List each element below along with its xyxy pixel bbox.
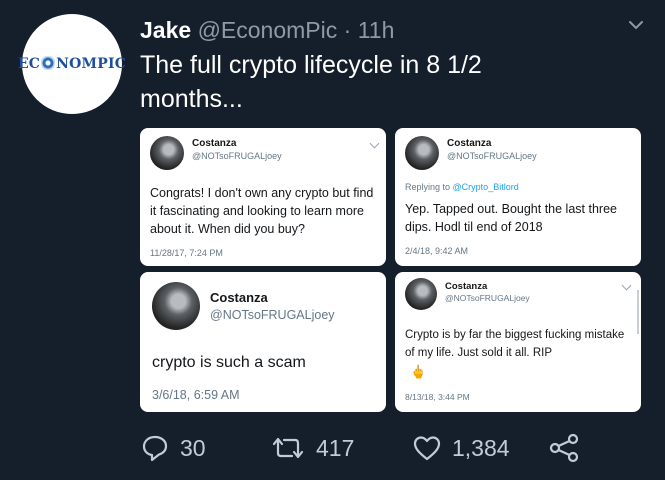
scrollbar [637,290,639,334]
embedded-tweet-image[interactable]: Costanza @NOTsoFRUGALjoey Crypto is by f… [395,272,641,412]
globe-icon [41,56,56,70]
share-icon [549,433,579,463]
tweet-body: Congrats! I don't own any crypto but fin… [150,186,374,236]
like-button[interactable]: 1,384 [412,430,510,466]
separator: · [343,17,352,43]
user-handle: @NOTsoFRUGALjoey [192,151,282,161]
user-handle: @NOTsoFRUGALjoey [210,308,335,322]
profile-picture [150,136,184,170]
user-handle: @NOTsoFRUGALjoey [445,293,530,303]
tweet-header: Jake @EconomPic · 11h [140,16,394,44]
user-name: Costanza [447,138,492,149]
tweet-text: The full crypto lifecycle in 8 1/2 month… [140,51,482,113]
chevron-down-icon [621,280,632,291]
retweet-button[interactable]: 417 [270,430,354,466]
profile-picture [152,282,200,330]
tweet-body: crypto is such a scam [152,354,306,371]
like-count: 1,384 [452,434,510,461]
replying-to-label: Replying to @Crypto_Bitlord [405,182,519,192]
chevron-down-icon[interactable] [629,18,643,32]
embedded-tweet-image[interactable]: Costanza @NOTsoFRUGALjoey crypto is such… [140,272,386,412]
reply-count: 30 [180,434,206,461]
reply-to-handle: @Crypto_Bitlord [452,182,519,192]
user-name: Costanza [210,290,268,305]
profile-picture [405,278,437,310]
reply-icon [142,435,168,462]
retweet-icon [272,437,304,459]
tweet-body: Yep. Tapped out. Bought the last three d… [405,202,617,234]
author-handle[interactable]: @EconomPic [198,17,338,43]
reply-prefix: Replying to [405,182,451,192]
reply-button[interactable]: 30 [140,430,206,466]
user-name: Costanza [192,138,237,149]
middle-finger-emoji: 🖕 [410,364,427,379]
retweet-count: 417 [316,434,355,461]
tweet-time[interactable]: 11h [358,17,395,43]
chevron-down-icon [369,138,380,149]
tweet-timestamp: 8/13/18, 3:44 PM [405,392,470,402]
embedded-tweet-image[interactable]: Costanza @NOTsoFRUGALjoey Congrats! I do… [140,128,386,266]
tweet-body: Crypto is by far the biggest fucking mis… [405,329,625,359]
profile-picture [405,136,439,170]
like-icon [413,436,441,461]
avatar-logo: EC NOMPIC [17,56,127,72]
tweet-timestamp: 3/6/18, 6:59 AM [152,388,240,402]
share-button[interactable] [548,430,580,466]
avatar[interactable]: EC NOMPIC [18,14,126,114]
user-name: Costanza [445,281,488,292]
author-name[interactable]: Jake [140,17,191,43]
embedded-tweet-image[interactable]: Costanza @NOTsoFRUGALjoey Replying to @C… [395,128,641,266]
user-handle: @NOTsoFRUGALjoey [447,151,537,161]
tweet-timestamp: 2/4/18, 9:42 AM [405,246,469,256]
tweet-timestamp: 11/28/17, 7:24 PM [150,248,223,258]
